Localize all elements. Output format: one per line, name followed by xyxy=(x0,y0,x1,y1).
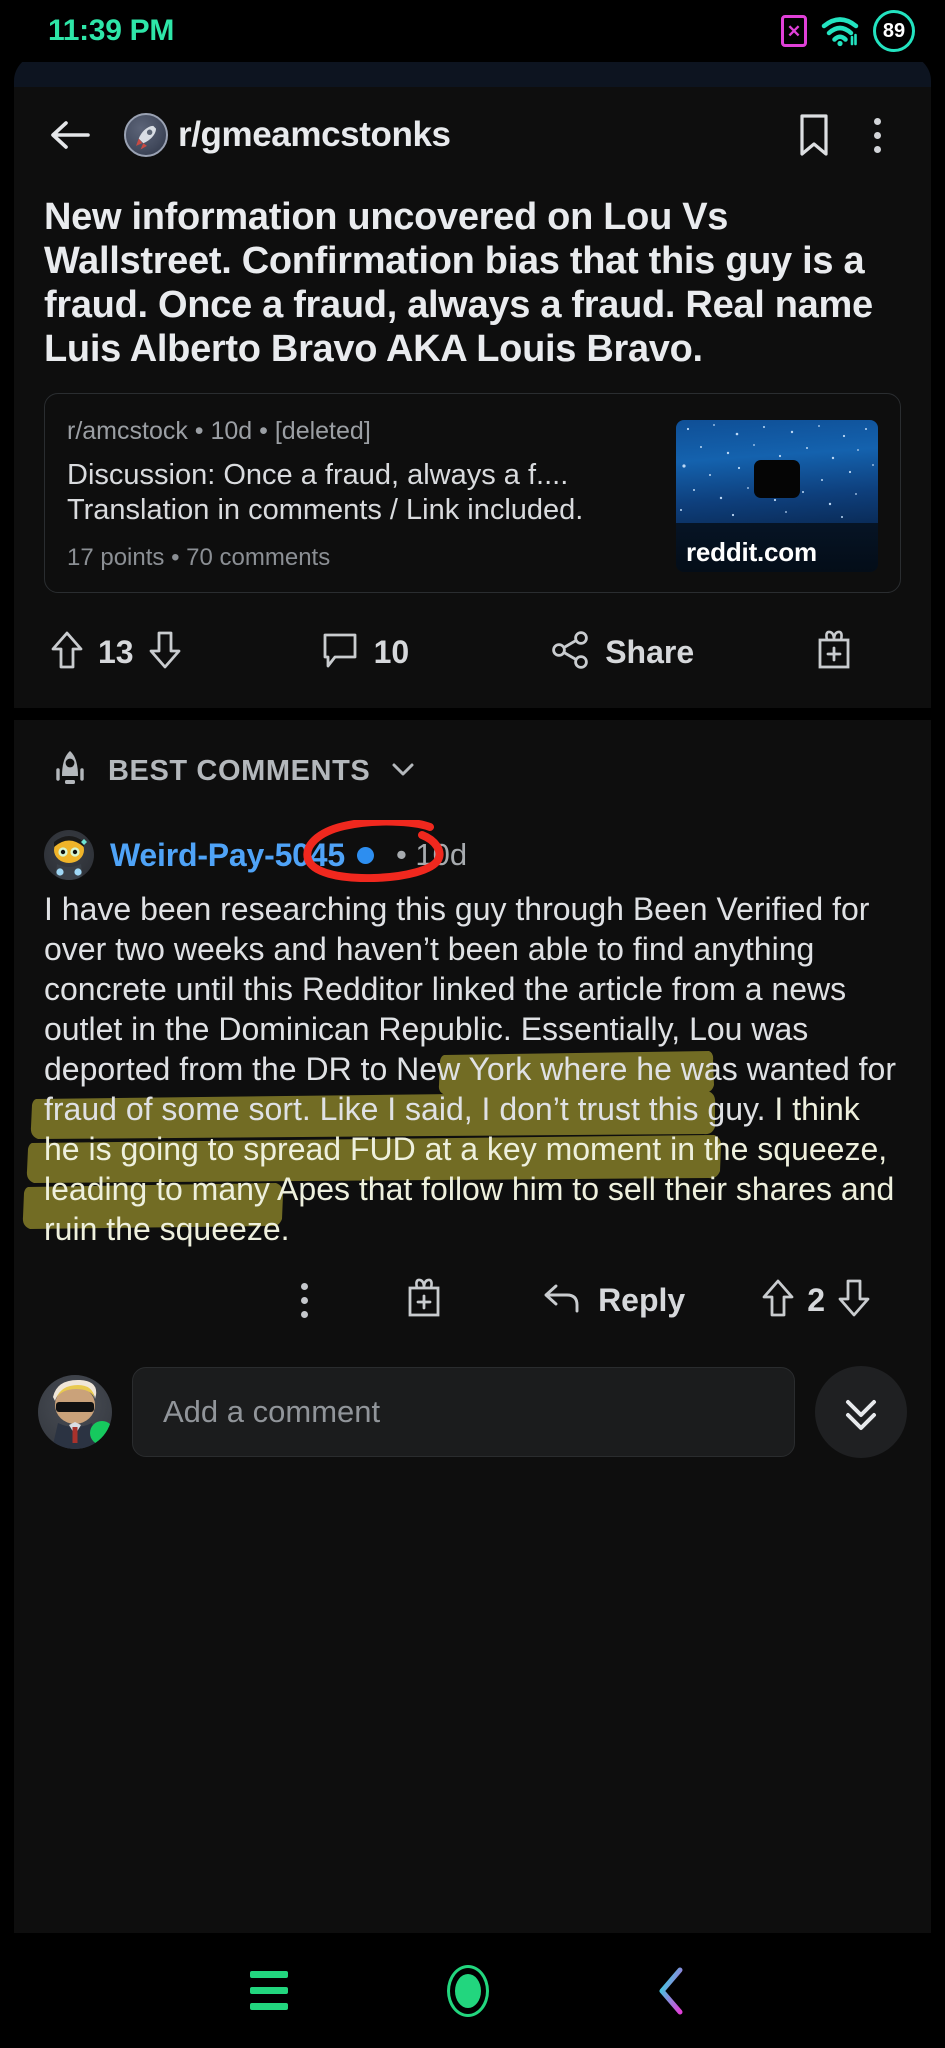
user-avatar-icon[interactable] xyxy=(44,830,94,880)
app-content: r/gmeamcstonks New information uncovered… xyxy=(14,87,931,1933)
add-comment-bar: Add a comment xyxy=(14,1352,931,1480)
add-comment-placeholder: Add a comment xyxy=(163,1394,381,1429)
upvote-arrow-icon[interactable] xyxy=(50,628,84,677)
rocket-icon xyxy=(50,746,90,797)
double-chevron-down-icon[interactable] xyxy=(815,1366,907,1458)
post-container: New information uncovered on Lou Vs Wall… xyxy=(14,183,931,593)
sim-x-glyph: ✕ xyxy=(786,21,802,41)
crosspost-card[interactable]: r/amcstock • 10d • [deleted] Discussion:… xyxy=(44,393,901,593)
comment-username[interactable]: Weird-Pay-5045 xyxy=(110,837,345,874)
battery-level: 89 xyxy=(882,19,906,42)
chevron-down-icon[interactable] xyxy=(388,754,418,789)
wifi-icon xyxy=(821,15,859,47)
starry-sky-thumbnail[interactable]: reddit.com xyxy=(676,420,878,572)
comment-header: Weird-Pay-5045 • 10d xyxy=(44,827,901,883)
crosspost-meta: r/amcstock • 10d • [deleted] xyxy=(67,417,371,445)
rocket-avatar-icon[interactable] xyxy=(124,113,168,157)
share-label: Share xyxy=(605,634,695,670)
bookmark-icon[interactable] xyxy=(793,111,835,159)
battery-indicator: 89 xyxy=(873,10,915,52)
section-divider xyxy=(14,708,931,720)
reply-arrow-icon[interactable] xyxy=(540,1278,584,1323)
upvote-arrow-icon[interactable] xyxy=(761,1276,795,1325)
recents-bar xyxy=(249,1971,288,1978)
kebab-dot xyxy=(873,117,881,125)
app-window: r/gmeamcstonks New information uncovered… xyxy=(14,55,931,1933)
sim-card-x-icon: ✕ xyxy=(781,15,807,47)
kebab-menu-icon[interactable] xyxy=(853,117,901,153)
add-comment-input[interactable]: Add a comment xyxy=(132,1367,795,1457)
recents-bar xyxy=(249,2003,288,2010)
comments-group[interactable]: 10 xyxy=(320,628,410,677)
recents-bar xyxy=(249,1987,288,1994)
downvote-arrow-icon[interactable] xyxy=(148,628,182,677)
status-indicators: ✕ 89 xyxy=(781,10,915,52)
comment-body-plain: I have been researching this guy through… xyxy=(44,891,896,1127)
kebab-dot xyxy=(301,1283,309,1290)
comment-bubble-icon xyxy=(320,628,360,677)
recents-menu-icon[interactable] xyxy=(249,1971,288,2010)
thumbnail-domain-label: reddit.com xyxy=(686,537,817,567)
home-dot xyxy=(455,1973,482,2008)
post-score: 13 xyxy=(98,634,134,670)
home-circle-icon[interactable] xyxy=(447,1964,490,2017)
crosspost-points: 17 points • 70 comments xyxy=(67,544,331,571)
my-avatar-icon[interactable] xyxy=(38,1375,112,1449)
comment-item: Weird-Pay-5045 • 10d I have been researc… xyxy=(14,817,931,1352)
crosspost-body: Discussion: Once a fraud, always a f....… xyxy=(67,459,584,526)
subreddit-title[interactable]: r/gmeamcstonks xyxy=(178,115,451,155)
comment-action-bar: Reply 2 xyxy=(44,1249,901,1352)
downvote-arrow-icon[interactable] xyxy=(837,1276,871,1325)
award-gift-icon xyxy=(814,627,854,678)
kebab-dot xyxy=(873,145,881,153)
phone-screen: 11:39 PM ✕ 89 r/gmeamcstonks New informa… xyxy=(0,0,945,2048)
comments-sort-bar[interactable]: BEST COMMENTS xyxy=(14,720,931,819)
kebab-menu-icon[interactable] xyxy=(301,1283,309,1318)
comment-body: I have been researching this guy through… xyxy=(44,889,901,1249)
award-group[interactable] xyxy=(814,627,854,678)
online-status-dot xyxy=(90,1421,112,1445)
post-comment-count: 10 xyxy=(373,634,410,670)
kebab-dot xyxy=(301,1311,309,1318)
back-arrow-icon[interactable] xyxy=(42,107,98,163)
status-bar: 11:39 PM ✕ 89 xyxy=(0,0,945,62)
vote-group: 13 xyxy=(50,628,182,677)
online-badge-icon xyxy=(356,846,374,864)
award-gift-icon[interactable] xyxy=(404,1275,444,1326)
android-nav-bar xyxy=(0,1933,945,2048)
back-chevron-icon[interactable] xyxy=(649,1964,695,2018)
post-title: New information uncovered on Lou Vs Wall… xyxy=(44,196,873,370)
comment-score: 2 xyxy=(807,1282,825,1318)
share-group[interactable]: Share xyxy=(549,628,694,677)
status-clock: 11:39 PM xyxy=(48,14,175,47)
crosspost-text: r/amcstock • 10d • [deleted] Discussion:… xyxy=(67,416,660,572)
post-action-bar: 13 10 Share xyxy=(14,593,931,708)
sort-label: BEST COMMENTS xyxy=(108,755,371,787)
app-header: r/gmeamcstonks xyxy=(14,87,931,183)
comment-timestamp: • 10d xyxy=(395,837,468,872)
kebab-dot xyxy=(301,1297,309,1304)
kebab-dot xyxy=(873,131,881,139)
share-icon xyxy=(549,628,591,677)
thumbnail-center-box xyxy=(754,459,800,498)
reply-label[interactable]: Reply xyxy=(598,1282,685,1319)
